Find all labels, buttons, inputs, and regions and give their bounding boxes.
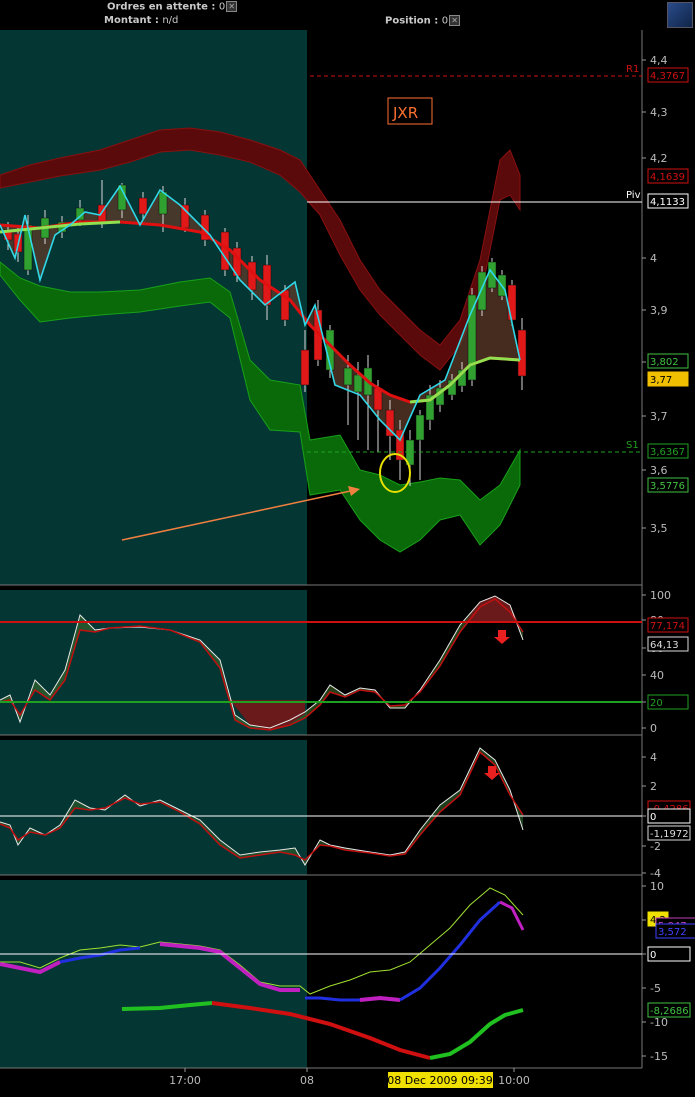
- symbol-label: JXR: [392, 104, 418, 122]
- osc2-tick-label-3: -2: [650, 840, 661, 853]
- osc1-tick-label-0: 100: [650, 589, 671, 602]
- level-name-s1: S1: [626, 440, 639, 451]
- osc3-tag-4: -8,2686: [650, 1006, 689, 1017]
- cursor-time-label: 08 Dec 2009 09:39: [387, 1074, 492, 1087]
- candle-body-33: [477, 271, 487, 311]
- osc1-tag-0: 77,174: [650, 621, 685, 632]
- candle-body-23: [373, 387, 383, 411]
- osc1-tick-label-5: 0: [650, 722, 657, 735]
- candle-body-10: [180, 204, 190, 229]
- time-label-0: 17:00: [169, 1074, 201, 1087]
- trading-chart[interactable]: R1PivS1 4,44,34,243,93,83,73,63,51008060…: [0, 30, 695, 1097]
- price-tag-3: 3,5776: [650, 481, 685, 492]
- level-tag-r1: 4,3767: [650, 71, 685, 82]
- candle-body-27: [415, 414, 425, 441]
- candle-body-8: [138, 197, 148, 215]
- chart-background: [0, 30, 695, 1097]
- close-icon[interactable]: ✕: [226, 1, 238, 12]
- candle-body-12: [220, 231, 230, 271]
- amount-field: Montant : n/d: [104, 15, 178, 26]
- candle-body-34: [487, 261, 497, 289]
- price-tick-label-7: 3,6: [650, 464, 668, 477]
- candle-body-36: [507, 284, 517, 321]
- price-tick-label-8: 3,5: [650, 522, 668, 535]
- osc2-tick-label-0: 4: [650, 751, 657, 764]
- level-name-piv: Piv: [626, 190, 641, 201]
- price-tag-1: 3,802: [650, 357, 679, 368]
- osc3-tick-label-4: -10: [650, 1016, 668, 1029]
- osc1-tag-1: 64,13: [650, 640, 679, 651]
- time-axis-bg: [0, 1068, 695, 1097]
- osc2-tag-1: 0: [650, 812, 656, 823]
- candle-body-17: [300, 349, 310, 386]
- osc3-main-segment-5: [359, 995, 401, 1002]
- level-tag-piv: 4,1133: [650, 197, 685, 208]
- osc3-tag-2: 3,572: [658, 927, 687, 938]
- osc1-tag-2: 20: [650, 698, 663, 709]
- price-tick-label-2: 4,2: [650, 152, 668, 165]
- session-shade-3: [0, 880, 307, 1068]
- osc2-tag-2: -1,1972: [650, 829, 689, 840]
- position-value: 0: [441, 15, 449, 27]
- osc1-tick-label-3: 40: [650, 669, 664, 682]
- osc2-tick-label-1: 2: [650, 780, 657, 793]
- osc3-tag-3: 0: [650, 950, 656, 961]
- position-label: Position :: [385, 15, 439, 27]
- amount-value: n/d: [162, 15, 179, 26]
- osc3-tick-label-0: 10: [650, 880, 664, 893]
- osc3-tick-label-3: -5: [650, 982, 661, 995]
- price-tick-label-3: 4: [650, 252, 657, 265]
- osc2-tick-label-4: -4: [650, 867, 661, 880]
- order-toolbar: Ordres en attente : 0 ✕ Montant : n/d Pos…: [0, 0, 695, 30]
- level-tag-s1: 3,6367: [650, 447, 685, 458]
- pending-orders-label: Ordres en attente :: [107, 1, 216, 13]
- osc3-tick-label-5: -15: [650, 1050, 668, 1063]
- amount-label: Montant :: [104, 15, 159, 26]
- close-icon[interactable]: ✕: [449, 15, 461, 26]
- pending-orders-value: 0: [218, 1, 226, 13]
- time-label-1: 08: [300, 1074, 314, 1087]
- pending-orders-field: Ordres en attente : 0 ✕: [107, 1, 238, 13]
- position-field: Position : 0 ✕: [385, 15, 461, 27]
- price-tick-label-6: 3,7: [650, 410, 668, 423]
- price-tick-label-0: 4,4: [650, 54, 668, 67]
- price-tag-2: 3,77: [650, 375, 672, 386]
- candle-body-20: [343, 367, 353, 386]
- candle-body-21: [353, 374, 363, 393]
- candle-body-2: [23, 224, 33, 271]
- price-tick-label-1: 4,3: [650, 106, 668, 119]
- price-tick-label-4: 3,9: [650, 304, 668, 317]
- time-label-2: 10:00: [498, 1074, 530, 1087]
- app-logo-icon[interactable]: [667, 2, 693, 28]
- level-name-r1: R1: [626, 64, 639, 75]
- price-tag-0: 4,1639: [650, 172, 685, 183]
